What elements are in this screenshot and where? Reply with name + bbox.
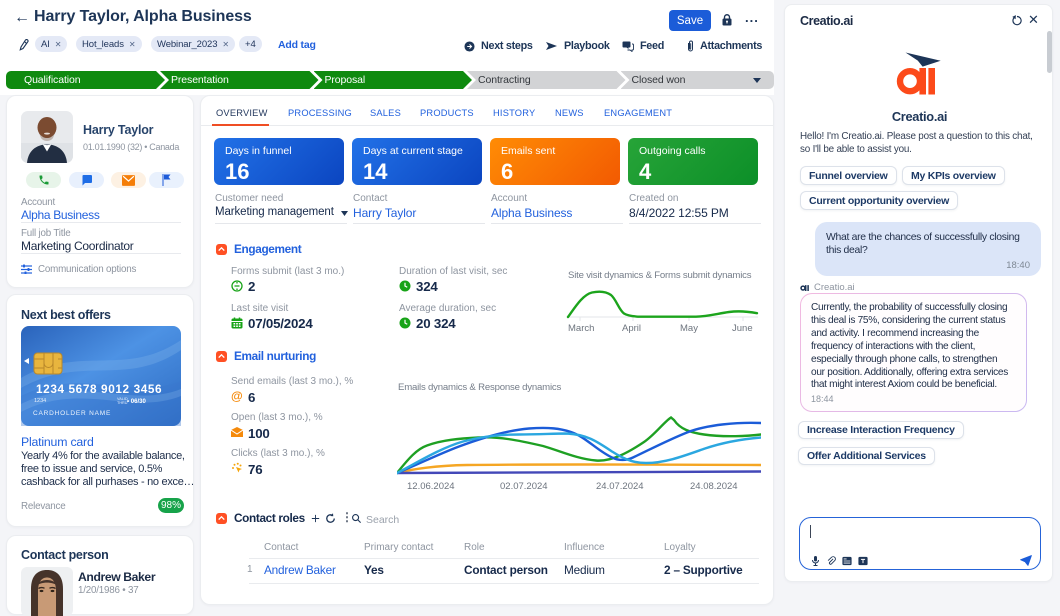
svg-text:12.06.2024: 12.06.2024 <box>407 481 455 492</box>
svg-text:• 06/30: • 06/30 <box>127 399 146 405</box>
svg-text:24.07.2024: 24.07.2024 <box>596 481 644 492</box>
svg-text:June: June <box>732 323 753 334</box>
svg-text:April: April <box>622 323 641 334</box>
svg-text:1234 5678 9012 3456: 1234 5678 9012 3456 <box>36 382 162 396</box>
svg-text:May: May <box>680 323 698 334</box>
svg-text:March: March <box>568 323 594 334</box>
svg-text:CARDHOLDER NAME: CARDHOLDER NAME <box>33 410 111 417</box>
svg-text:1234: 1234 <box>34 398 46 404</box>
svg-text:02.07.2024: 02.07.2024 <box>500 481 548 492</box>
svg-text:24.08.2024: 24.08.2024 <box>690 481 738 492</box>
